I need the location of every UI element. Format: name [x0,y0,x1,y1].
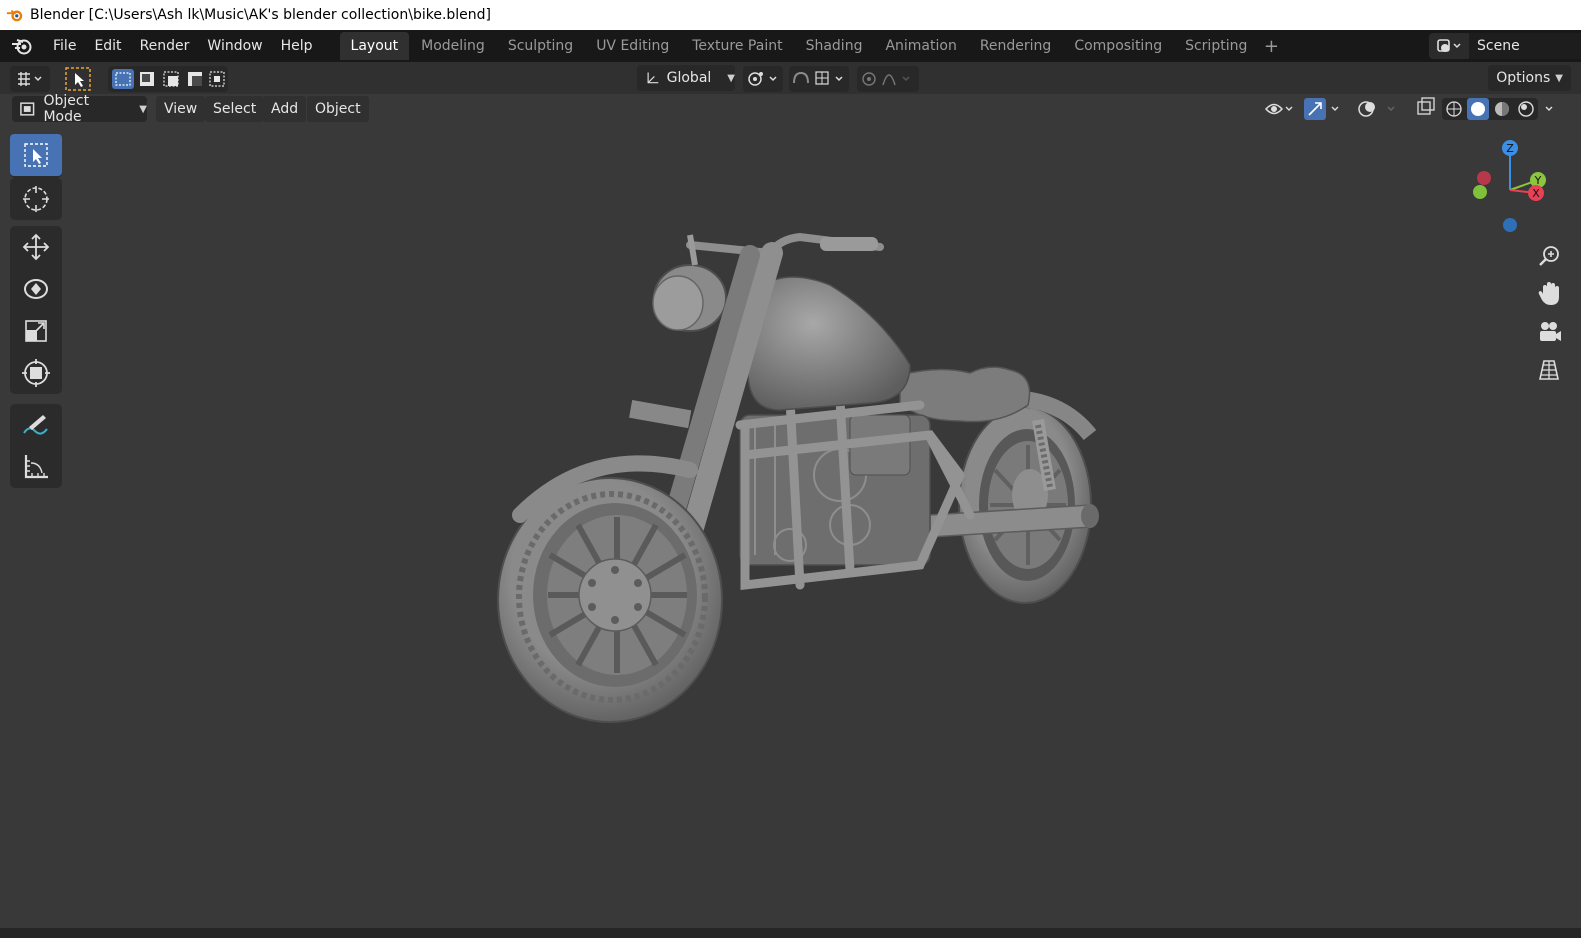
snapping-group[interactable] [789,66,849,92]
move-tool[interactable] [10,226,62,268]
orientation-icon [647,72,659,84]
selection-mode-set[interactable] [110,66,134,90]
object-mode-icon [20,102,35,116]
toolbar-transform-group [10,226,62,394]
tab-rendering[interactable]: Rendering [969,32,1063,60]
tab-shading[interactable]: Shading [795,32,874,60]
menu-help[interactable]: Help [272,30,322,62]
select-box-icon [24,143,48,167]
cursor-tool[interactable] [10,178,62,220]
menu-object[interactable]: Object [307,96,369,122]
transform-icon [22,359,50,387]
scale-icon [25,320,47,342]
scene-name-field[interactable]: Scene [1469,33,1581,59]
scene-selector[interactable]: Scene [1429,33,1581,59]
status-bar [0,928,1581,938]
active-tool-icon[interactable] [62,66,94,92]
tab-uv-editing[interactable]: UV Editing [585,32,680,60]
overlays-toggle-button[interactable] [1356,96,1396,122]
tab-scripting[interactable]: Scripting [1174,32,1258,60]
x-axis-label: X [1532,187,1540,200]
menu-view[interactable]: View [156,96,206,122]
chevron-down-icon: ▼ [727,72,735,84]
editor-type-button[interactable] [10,66,50,92]
menu-file[interactable]: File [44,30,85,62]
window-title: Blender [C:\Users\Ash lk\Music\AK's blen… [30,7,492,23]
toolbar-select-group [10,134,62,178]
visibility-dropdown[interactable] [1262,96,1296,122]
camera-view-button[interactable] [1534,317,1564,347]
navigation-gizmo[interactable]: Z Y X [1466,134,1566,234]
rotate-tool[interactable] [10,268,62,310]
menu-window[interactable]: Window [198,30,271,62]
scene-icon[interactable] [1429,33,1469,59]
solid-shading-button[interactable] [1467,96,1489,122]
toolbar-cursor-group [10,178,62,220]
neg-z-axis-handle[interactable] [1503,218,1517,232]
neg-y-axis-handle[interactable] [1473,185,1487,199]
measure-tool[interactable] [10,446,62,488]
scale-tool[interactable] [10,310,62,352]
blender-menu-icon[interactable] [0,30,44,62]
zoom-icon [1539,246,1559,266]
blender-logo-icon [6,9,23,22]
zoom-button[interactable] [1534,241,1564,271]
tab-modeling[interactable]: Modeling [410,32,496,60]
cursor-icon [23,186,49,212]
tab-compositing[interactable]: Compositing [1063,32,1173,60]
options-label: Options [1496,70,1551,86]
move-icon [22,233,50,261]
chevron-down-icon: ▼ [1555,72,1563,84]
menu-render[interactable]: Render [131,30,199,62]
tab-animation[interactable]: Animation [874,32,967,60]
camera-view-icon [1540,322,1561,341]
options-dropdown[interactable]: Options ▼ [1488,65,1571,91]
menu-edit[interactable]: Edit [85,30,130,62]
ortho-grid-icon [1539,360,1559,380]
y-axis-label: Y [1534,174,1542,187]
tab-layout[interactable]: Layout [339,32,410,60]
measure-icon [24,455,48,479]
viewport-header: Object Mode ▼ View Select Add Object [0,93,1581,125]
annotate-icon [23,415,48,435]
workspace-tabs: Layout Modeling Sculpting UV Editing Tex… [339,30,1284,62]
tab-texture-paint[interactable]: Texture Paint [681,32,793,60]
window-title-bar: Blender [C:\Users\Ash lk\Music\AK's blen… [0,0,1581,30]
orientation-label: Global [666,70,712,86]
object-mode-dropdown[interactable]: Object Mode ▼ [12,93,147,125]
object-mode-label: Object Mode [43,93,90,125]
tab-sculpting[interactable]: Sculpting [497,32,584,60]
motorcycle-model[interactable] [490,225,1120,735]
toolbar-annotate-group [10,404,62,488]
rotate-icon [24,279,48,299]
transform-orientation-dropdown[interactable]: Global ▼ [637,65,735,91]
proportional-editing-group[interactable] [857,66,919,92]
top-bar: File Edit Render Window Help Layout Mode… [0,30,1581,62]
gizmo-toggle-button[interactable] [1304,96,1344,122]
annotate-tool[interactable] [10,404,62,446]
chevron-down-icon: ▼ [139,103,147,115]
menu-add[interactable]: Add [263,96,307,122]
tool-header: Global ▼ Options ▼ [0,62,1581,94]
select-box-tool[interactable] [10,134,62,176]
transform-tool[interactable] [10,352,62,394]
z-axis-label: Z [1506,142,1514,155]
ortho-toggle-button[interactable] [1534,355,1564,385]
neg-x-axis-handle[interactable] [1477,171,1491,185]
pivot-point-dropdown[interactable] [743,66,783,92]
menu-select[interactable]: Select [205,96,265,122]
xray-toggle-button[interactable] [1414,96,1438,122]
add-workspace-button[interactable]: + [1259,32,1283,60]
pan-button[interactable] [1534,279,1564,309]
pan-hand-icon [1538,282,1559,305]
